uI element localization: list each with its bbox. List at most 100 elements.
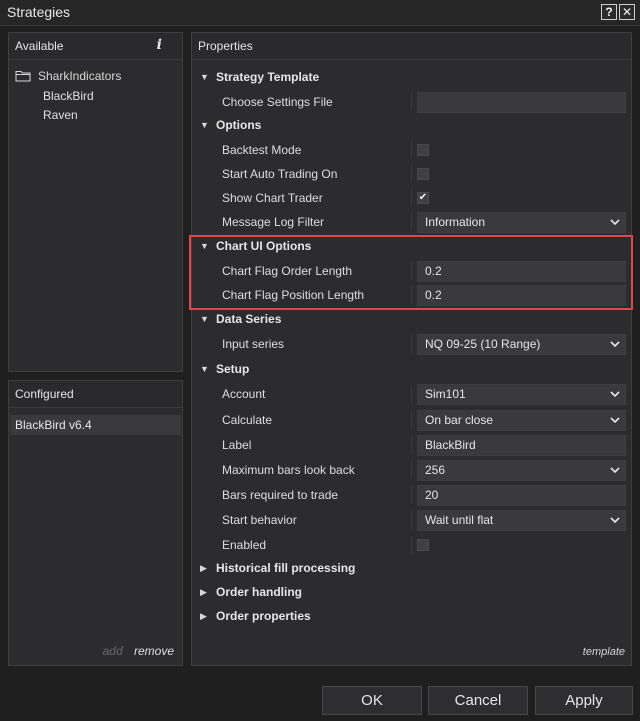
column-separator (411, 93, 412, 111)
column-separator (411, 335, 412, 353)
category-label: Options (216, 118, 262, 132)
triangle-right-icon: ▶ (200, 611, 207, 621)
row-show-chart-trader: Show Chart Trader ✔ (192, 186, 631, 210)
row-choose-settings-file: Choose Settings File (192, 90, 631, 114)
triangle-down-icon: ▼ (200, 364, 209, 374)
help-button[interactable]: ? (601, 4, 617, 20)
row-calculate: Calculate On bar close (192, 408, 631, 432)
triangle-down-icon: ▼ (200, 72, 209, 82)
row-input-series: Input series NQ 09-25 (10 Range) (192, 332, 631, 356)
row-label-text: Label (222, 438, 252, 452)
calculate-select[interactable]: On bar close (417, 410, 626, 431)
tree-item-raven[interactable]: Raven (43, 108, 78, 122)
select-value: Sim101 (425, 387, 466, 401)
select-value: Information (425, 215, 486, 229)
available-panel: Available i SharkIndicators BlackBird Ra… (8, 32, 183, 372)
add-link[interactable]: add (103, 644, 123, 658)
triangle-down-icon: ▼ (200, 120, 209, 130)
row-backtest-mode: Backtest Mode (192, 138, 631, 162)
ok-button[interactable]: OK (322, 686, 422, 715)
max-bars-look-back-select[interactable]: 256 (417, 460, 626, 481)
settings-file-input[interactable] (417, 92, 626, 113)
select-value: NQ 09-25 (10 Range) (425, 337, 541, 351)
triangle-right-icon: ▶ (200, 587, 207, 597)
tree-folder-sharkindicators[interactable]: SharkIndicators (15, 69, 121, 83)
row-label: Bars required to trade (222, 488, 339, 502)
row-bars-required: Bars required to trade 20 (192, 483, 631, 507)
row-enabled: Enabled (192, 533, 631, 557)
message-log-filter-select[interactable]: Information (417, 212, 626, 233)
chevron-down-icon (610, 417, 620, 424)
column-separator (411, 411, 412, 429)
backtest-mode-checkbox[interactable] (417, 144, 429, 156)
window-title: Strategies (7, 4, 71, 20)
row-label: Maximum bars look back (222, 463, 355, 477)
row-label: Start behavior (222, 513, 297, 527)
row-start-behavior: Start behavior Wait until flat (192, 508, 631, 532)
category-historical-fill[interactable]: ▶ Historical fill processing (192, 557, 631, 581)
configured-actions: add remove (103, 644, 174, 658)
select-value: 256 (425, 463, 446, 477)
column-separator (411, 189, 412, 207)
folder-icon (15, 70, 31, 82)
remove-link[interactable]: remove (134, 644, 174, 658)
chevron-down-icon (610, 517, 620, 524)
title-bar: Strategies ? ✕ (0, 0, 640, 26)
category-order-handling[interactable]: ▶ Order handling (192, 581, 631, 605)
chevron-down-icon (610, 219, 620, 226)
column-separator (411, 436, 412, 454)
category-label: Data Series (216, 312, 282, 326)
show-chart-trader-checkbox[interactable]: ✔ (417, 192, 429, 204)
apply-button[interactable]: Apply (535, 686, 633, 715)
chevron-down-icon (610, 341, 620, 348)
start-behavior-select[interactable]: Wait until flat (417, 510, 626, 531)
account-select[interactable]: Sim101 (417, 384, 626, 405)
category-data-series[interactable]: ▼ Data Series (192, 308, 631, 332)
close-button[interactable]: ✕ (619, 4, 635, 20)
column-separator (411, 536, 412, 554)
chevron-down-icon (610, 467, 620, 474)
column-separator (411, 165, 412, 183)
start-auto-trading-checkbox[interactable] (417, 168, 429, 180)
column-separator (411, 511, 412, 529)
tree-item-blackbird[interactable]: BlackBird (43, 89, 94, 103)
row-label: Message Log Filter (222, 215, 325, 229)
properties-panel: Properties ▼ Strategy Template Choose Se… (189, 32, 633, 666)
row-label: Account (222, 387, 266, 401)
triangle-down-icon: ▼ (200, 314, 209, 324)
bars-required-input[interactable]: 20 (417, 485, 626, 506)
row-label: Calculate (222, 413, 273, 427)
category-label: Strategy Template (216, 70, 320, 84)
row-label: Input series (222, 337, 285, 351)
configured-header: Configured (9, 381, 182, 408)
row-label: Label BlackBird (192, 433, 631, 457)
triangle-right-icon: ▶ (200, 563, 207, 573)
row-max-bars-look-back: Maximum bars look back 256 (192, 458, 631, 482)
category-strategy-template[interactable]: ▼ Strategy Template (192, 66, 631, 90)
chevron-down-icon (610, 391, 620, 398)
category-order-properties[interactable]: ▶ Order properties (192, 605, 631, 629)
info-icon[interactable]: i (157, 37, 162, 53)
column-separator (411, 385, 412, 403)
category-options[interactable]: ▼ Options (192, 114, 631, 138)
input-series-select[interactable]: NQ 09-25 (10 Range) (417, 334, 626, 355)
row-account: Account Sim101 (192, 382, 631, 406)
category-setup[interactable]: ▼ Setup (192, 358, 631, 382)
column-separator (411, 461, 412, 479)
column-separator (411, 486, 412, 504)
row-start-auto-trading: Start Auto Trading On (192, 162, 631, 186)
row-message-log-filter: Message Log Filter Information (192, 210, 631, 234)
select-value: Wait until flat (425, 513, 494, 527)
column-separator (411, 141, 412, 159)
column-separator (411, 213, 412, 231)
cancel-button[interactable]: Cancel (428, 686, 528, 715)
category-label: Order properties (216, 609, 311, 623)
enabled-checkbox[interactable] (417, 539, 429, 551)
row-label: Backtest Mode (222, 143, 302, 157)
category-label: Order handling (216, 585, 303, 599)
template-link[interactable]: template (583, 646, 625, 658)
configured-item-blackbird[interactable]: BlackBird v6.4 (10, 415, 181, 435)
properties-header: Properties (192, 33, 631, 60)
label-input[interactable]: BlackBird (417, 435, 626, 456)
row-label: Show Chart Trader (222, 191, 323, 205)
